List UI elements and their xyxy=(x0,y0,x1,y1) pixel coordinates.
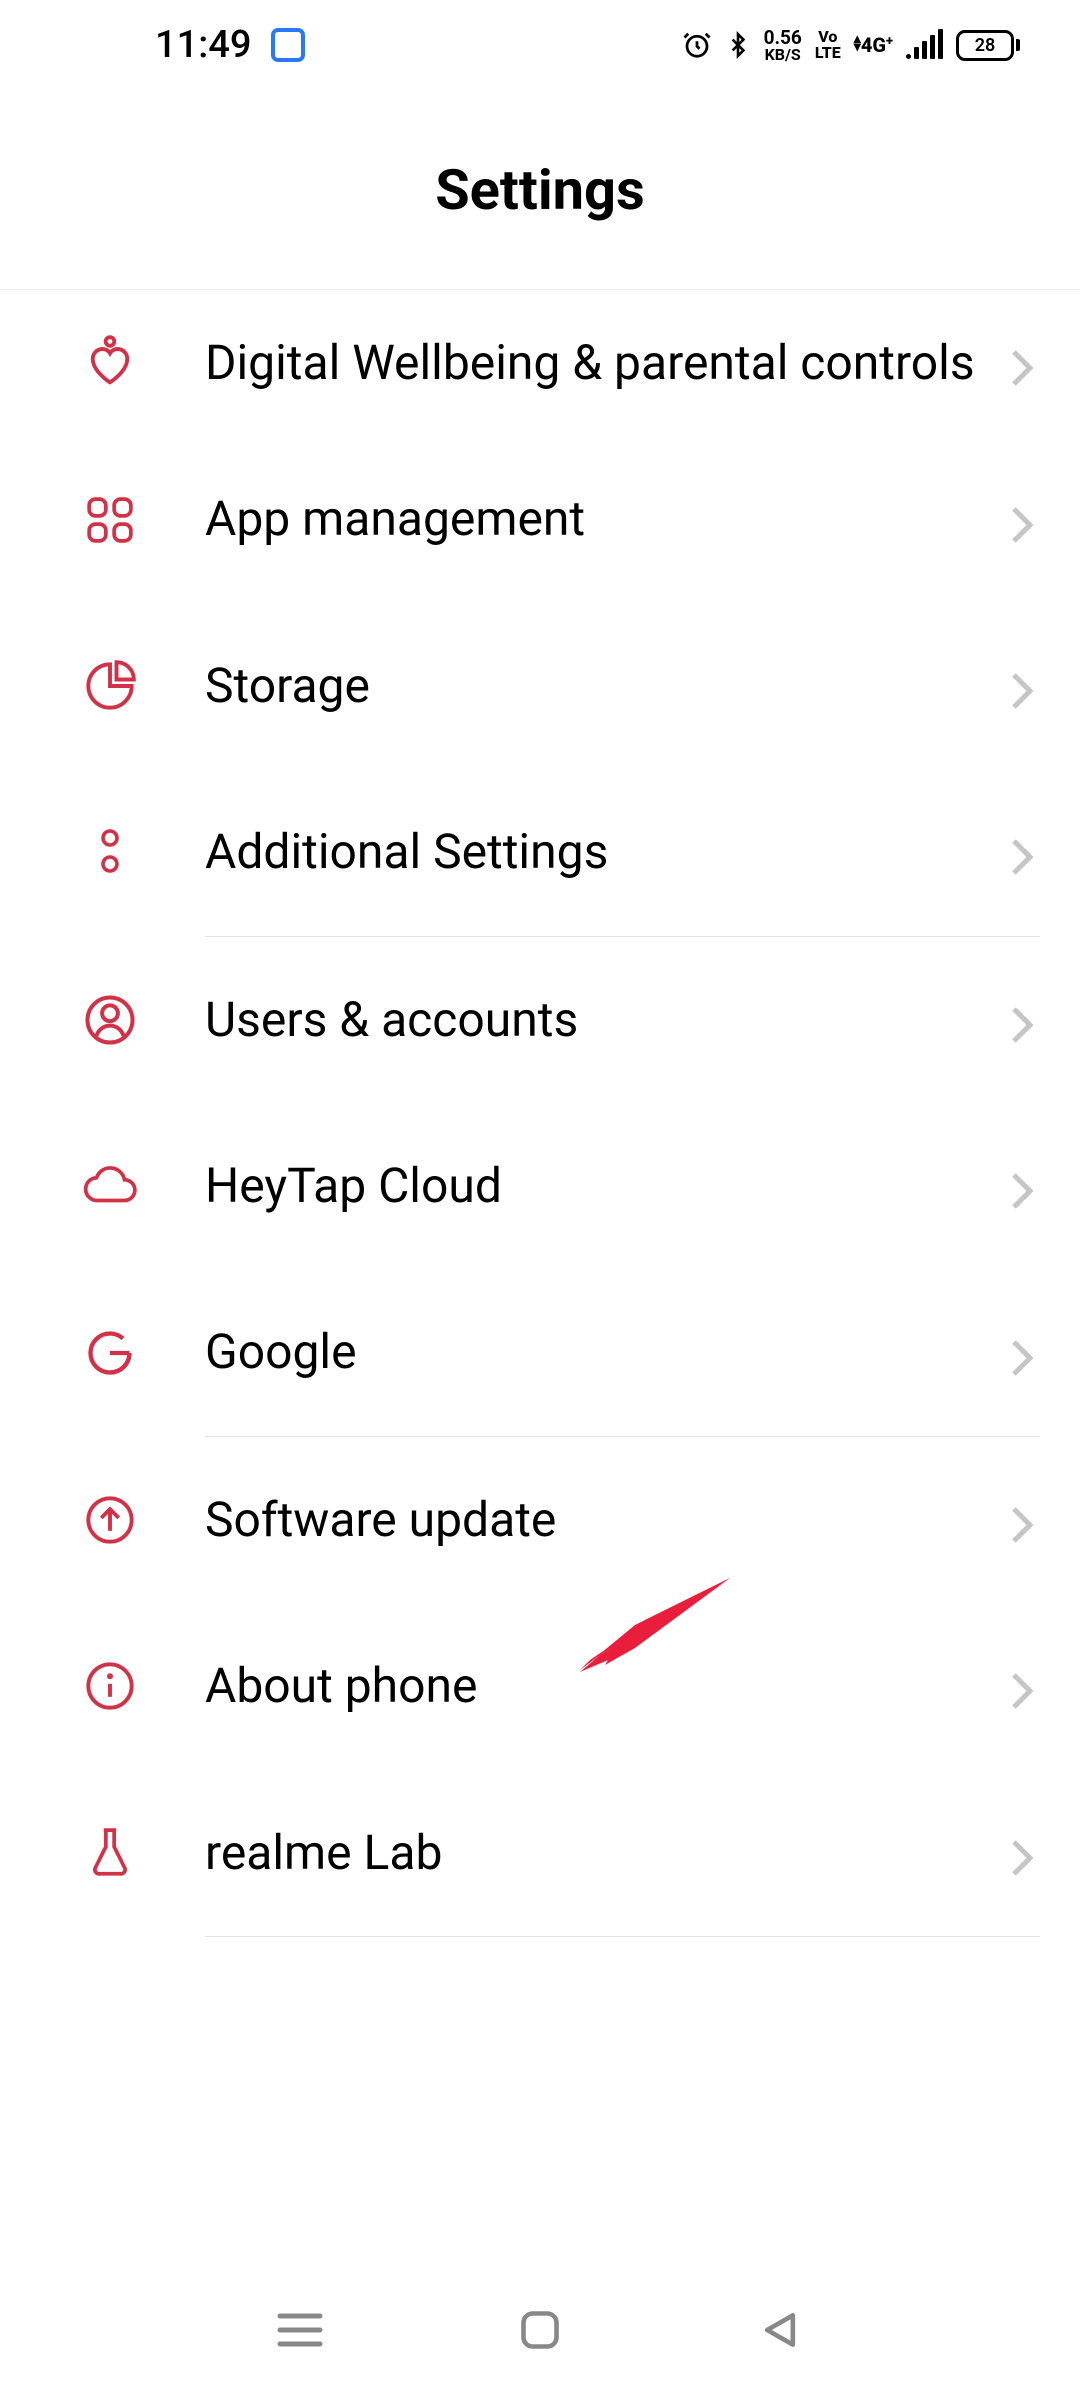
chevron-right-icon xyxy=(1010,1171,1040,1201)
pie-chart-icon xyxy=(80,656,140,716)
settings-item-about-phone[interactable]: About phone xyxy=(0,1603,1080,1769)
item-label: Digital Wellbeing & parental controls xyxy=(205,332,1010,394)
chevron-right-icon xyxy=(1010,1505,1040,1535)
nav-home-button[interactable] xyxy=(510,2300,570,2360)
settings-item-software-update[interactable]: Software update xyxy=(0,1437,1080,1603)
arrow-up-circle-icon xyxy=(80,1490,140,1550)
item-label: Users & accounts xyxy=(205,989,1010,1051)
running-app-icon xyxy=(271,28,305,62)
status-bar: 11:49 0.56 KB/S Vo LTE ▴▾ 4G xyxy=(0,0,1080,90)
item-label: Software update xyxy=(205,1489,1010,1551)
chevron-right-icon xyxy=(1010,1838,1040,1868)
cloud-icon xyxy=(80,1156,140,1216)
status-right: 0.56 KB/S Vo LTE ▴▾ 4G + 28 xyxy=(682,28,1020,63)
two-dots-icon xyxy=(80,822,140,882)
nav-recents-button[interactable] xyxy=(270,2300,330,2360)
item-label: Google xyxy=(205,1321,1010,1383)
settings-item-additional-settings[interactable]: Additional Settings xyxy=(0,769,1080,935)
user-circle-icon xyxy=(80,990,140,1050)
signal-strength-icon xyxy=(906,31,943,59)
alarm-icon xyxy=(682,30,712,60)
page-header: Settings xyxy=(0,90,1080,290)
bluetooth-icon xyxy=(725,28,751,62)
settings-item-realme-lab[interactable]: realme Lab xyxy=(0,1770,1080,1936)
apps-grid-icon xyxy=(80,490,140,550)
settings-item-app-management[interactable]: App management xyxy=(0,436,1080,602)
chevron-right-icon xyxy=(1010,837,1040,867)
heart-person-icon xyxy=(80,333,140,393)
item-label: Additional Settings xyxy=(205,821,1010,883)
settings-item-users-accounts[interactable]: Users & accounts xyxy=(0,937,1080,1103)
item-label: HeyTap Cloud xyxy=(205,1155,1010,1217)
settings-item-heytap-cloud[interactable]: HeyTap Cloud xyxy=(0,1103,1080,1269)
info-circle-icon xyxy=(80,1656,140,1716)
volte-indicator: Vo LTE xyxy=(815,29,841,61)
network-type-indicator: ▴▾ 4G + xyxy=(854,35,893,55)
item-label: App management xyxy=(205,488,1010,550)
status-left: 11:49 xyxy=(155,23,305,67)
settings-item-digital-wellbeing[interactable]: Digital Wellbeing & parental controls xyxy=(0,290,1080,436)
navigation-bar xyxy=(0,2260,1080,2400)
nav-back-button[interactable] xyxy=(750,2300,810,2360)
section-divider xyxy=(205,1936,1040,1937)
page-title: Settings xyxy=(435,157,645,223)
item-label: realme Lab xyxy=(205,1822,1010,1884)
chevron-right-icon xyxy=(1010,1005,1040,1035)
status-time: 11:49 xyxy=(155,23,251,67)
item-label: About phone xyxy=(205,1655,1010,1717)
settings-list: Digital Wellbeing & parental controls Ap… xyxy=(0,290,1080,1937)
flask-icon xyxy=(80,1823,140,1883)
chevron-right-icon xyxy=(1010,671,1040,701)
item-label: Storage xyxy=(205,655,1010,717)
chevron-right-icon xyxy=(1010,1671,1040,1701)
chevron-right-icon xyxy=(1010,1338,1040,1368)
battery-indicator: 28 xyxy=(956,30,1020,61)
google-g-icon xyxy=(80,1323,140,1383)
chevron-right-icon xyxy=(1010,348,1040,378)
settings-item-google[interactable]: Google xyxy=(0,1269,1080,1435)
network-speed-indicator: 0.56 KB/S xyxy=(764,28,802,63)
settings-item-storage[interactable]: Storage xyxy=(0,603,1080,769)
chevron-right-icon xyxy=(1010,505,1040,535)
